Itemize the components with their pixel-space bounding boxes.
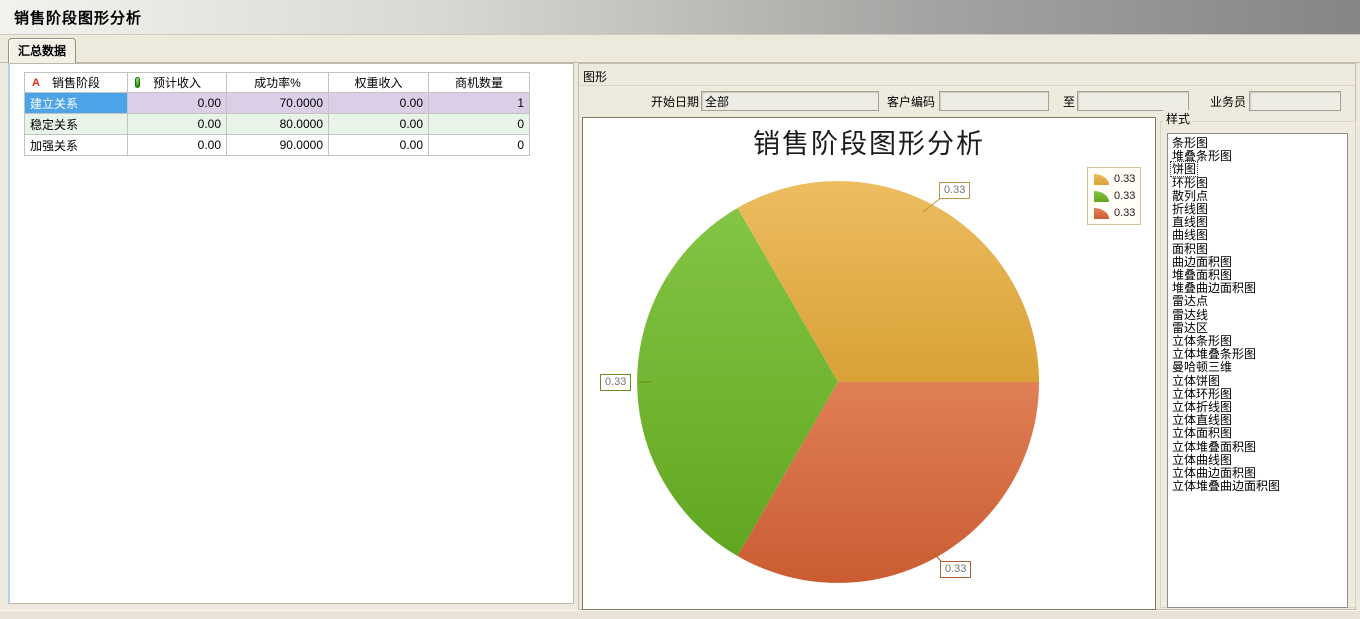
table-row[interactable]: 稳定关系0.0080.00000.000: [25, 114, 530, 135]
graph-separator: [579, 85, 1355, 86]
legend-value: 0.33: [1114, 190, 1135, 202]
style-list-item[interactable]: 面积图: [1171, 243, 1346, 256]
table-cell[interactable]: 90.0000: [227, 135, 329, 156]
tab-strip: 汇总数据: [0, 35, 1360, 63]
graph-panel: 图形 开始日期 客户编码 至 业务员 销售阶段图形分析: [578, 63, 1356, 610]
customer-code-to-input[interactable]: [1077, 91, 1189, 111]
red-a-icon: A: [32, 76, 40, 90]
window-title: 销售阶段图形分析: [14, 7, 142, 28]
start-date-input[interactable]: [701, 91, 879, 111]
slice-value-callout-green: 0.33: [600, 374, 631, 391]
legend-marker-icon: [1094, 174, 1109, 185]
legend-marker-icon: [1094, 208, 1109, 219]
style-list-item[interactable]: 曲线图: [1171, 229, 1346, 242]
chart-area: 销售阶段图形分析 0: [582, 117, 1156, 610]
legend-entry: 0.33: [1094, 172, 1135, 186]
start-date-label: 开始日期: [639, 94, 699, 110]
table-header-row: A 销售阶段 预计收入 成功率% 权重收入 商机数量: [25, 73, 530, 93]
table-cell[interactable]: 0.00: [128, 93, 227, 114]
legend-entry: 0.33: [1094, 189, 1135, 203]
slice-value-callout-red: 0.33: [940, 561, 971, 578]
column-header-stage[interactable]: A 销售阶段: [25, 73, 128, 93]
chart-legend: 0.33 0.33 0.33: [1087, 167, 1141, 225]
style-list-item[interactable]: 雷达线: [1171, 309, 1346, 322]
table-cell[interactable]: 稳定关系: [25, 114, 128, 135]
style-list-item[interactable]: 环形图: [1171, 177, 1346, 190]
style-list: 条形图堆叠条形图饼图环形图散列点折线图直线图曲线图面积图曲边面积图堆叠面积图堆叠…: [1167, 133, 1348, 608]
pie-chart: [583, 118, 1155, 608]
table-row[interactable]: 建立关系0.0070.00000.001: [25, 93, 530, 114]
table-cell[interactable]: 1: [429, 93, 530, 114]
status-strip: [0, 610, 1360, 619]
table-cell[interactable]: 0.00: [329, 135, 429, 156]
style-list-item[interactable]: 立体饼图: [1171, 375, 1346, 388]
table-cell[interactable]: 70.0000: [227, 93, 329, 114]
legend-value: 0.33: [1114, 207, 1135, 219]
style-list-item[interactable]: 立体堆叠面积图: [1171, 441, 1346, 454]
customer-code-label: 客户编码: [879, 94, 935, 110]
window-title-bar: 销售阶段图形分析: [0, 0, 1360, 35]
to-label: 至: [1059, 94, 1075, 110]
summary-table-body: 建立关系0.0070.00000.001稳定关系0.0080.00000.000…: [25, 93, 530, 156]
style-list-item[interactable]: 立体堆叠曲边面积图: [1171, 480, 1346, 493]
table-cell[interactable]: 建立关系: [25, 93, 128, 114]
legend-value: 0.33: [1114, 173, 1135, 185]
green-pill-icon: [135, 77, 140, 88]
table-cell[interactable]: 0.00: [128, 135, 227, 156]
column-header-expected-revenue[interactable]: 预计收入: [128, 73, 227, 93]
legend-marker-icon: [1094, 191, 1109, 202]
table-cell[interactable]: 0.00: [329, 93, 429, 114]
summary-table: A 销售阶段 预计收入 成功率% 权重收入 商机数量 建立关系0.0070.00…: [24, 72, 530, 156]
table-cell[interactable]: 0.00: [329, 114, 429, 135]
legend-entry: 0.33: [1094, 206, 1135, 220]
salesman-label: 业务员: [1204, 94, 1246, 110]
table-cell[interactable]: 0.00: [128, 114, 227, 135]
table-cell[interactable]: 80.0000: [227, 114, 329, 135]
style-list-item[interactable]: 曼哈顿三维: [1171, 361, 1346, 374]
summary-table-panel: A 销售阶段 预计收入 成功率% 权重收入 商机数量 建立关系0.0070.00…: [8, 63, 574, 604]
column-header-opportunity-count[interactable]: 商机数量: [429, 73, 530, 93]
column-header-success-rate[interactable]: 成功率%: [227, 73, 329, 93]
customer-code-input[interactable]: [939, 91, 1049, 111]
style-list-item[interactable]: 立体面积图: [1171, 427, 1346, 440]
table-cell[interactable]: 加强关系: [25, 135, 128, 156]
table-row[interactable]: 加强关系0.0090.00000.000: [25, 135, 530, 156]
table-cell[interactable]: 0: [429, 135, 530, 156]
graph-group-label: 图形: [583, 68, 607, 85]
column-header-weighted-revenue[interactable]: 权重收入: [329, 73, 429, 93]
salesman-input[interactable]: [1249, 91, 1341, 111]
style-list-item[interactable]: 饼图: [1171, 163, 1346, 176]
table-cell[interactable]: 0: [429, 114, 530, 135]
slice-value-callout-orange: 0.33: [939, 182, 970, 199]
style-group-label: 样式: [1163, 110, 1193, 127]
tab-summary-data[interactable]: 汇总数据: [8, 38, 76, 63]
style-list-item[interactable]: 雷达点: [1171, 295, 1346, 308]
style-list-item[interactable]: 堆叠条形图: [1171, 150, 1346, 163]
